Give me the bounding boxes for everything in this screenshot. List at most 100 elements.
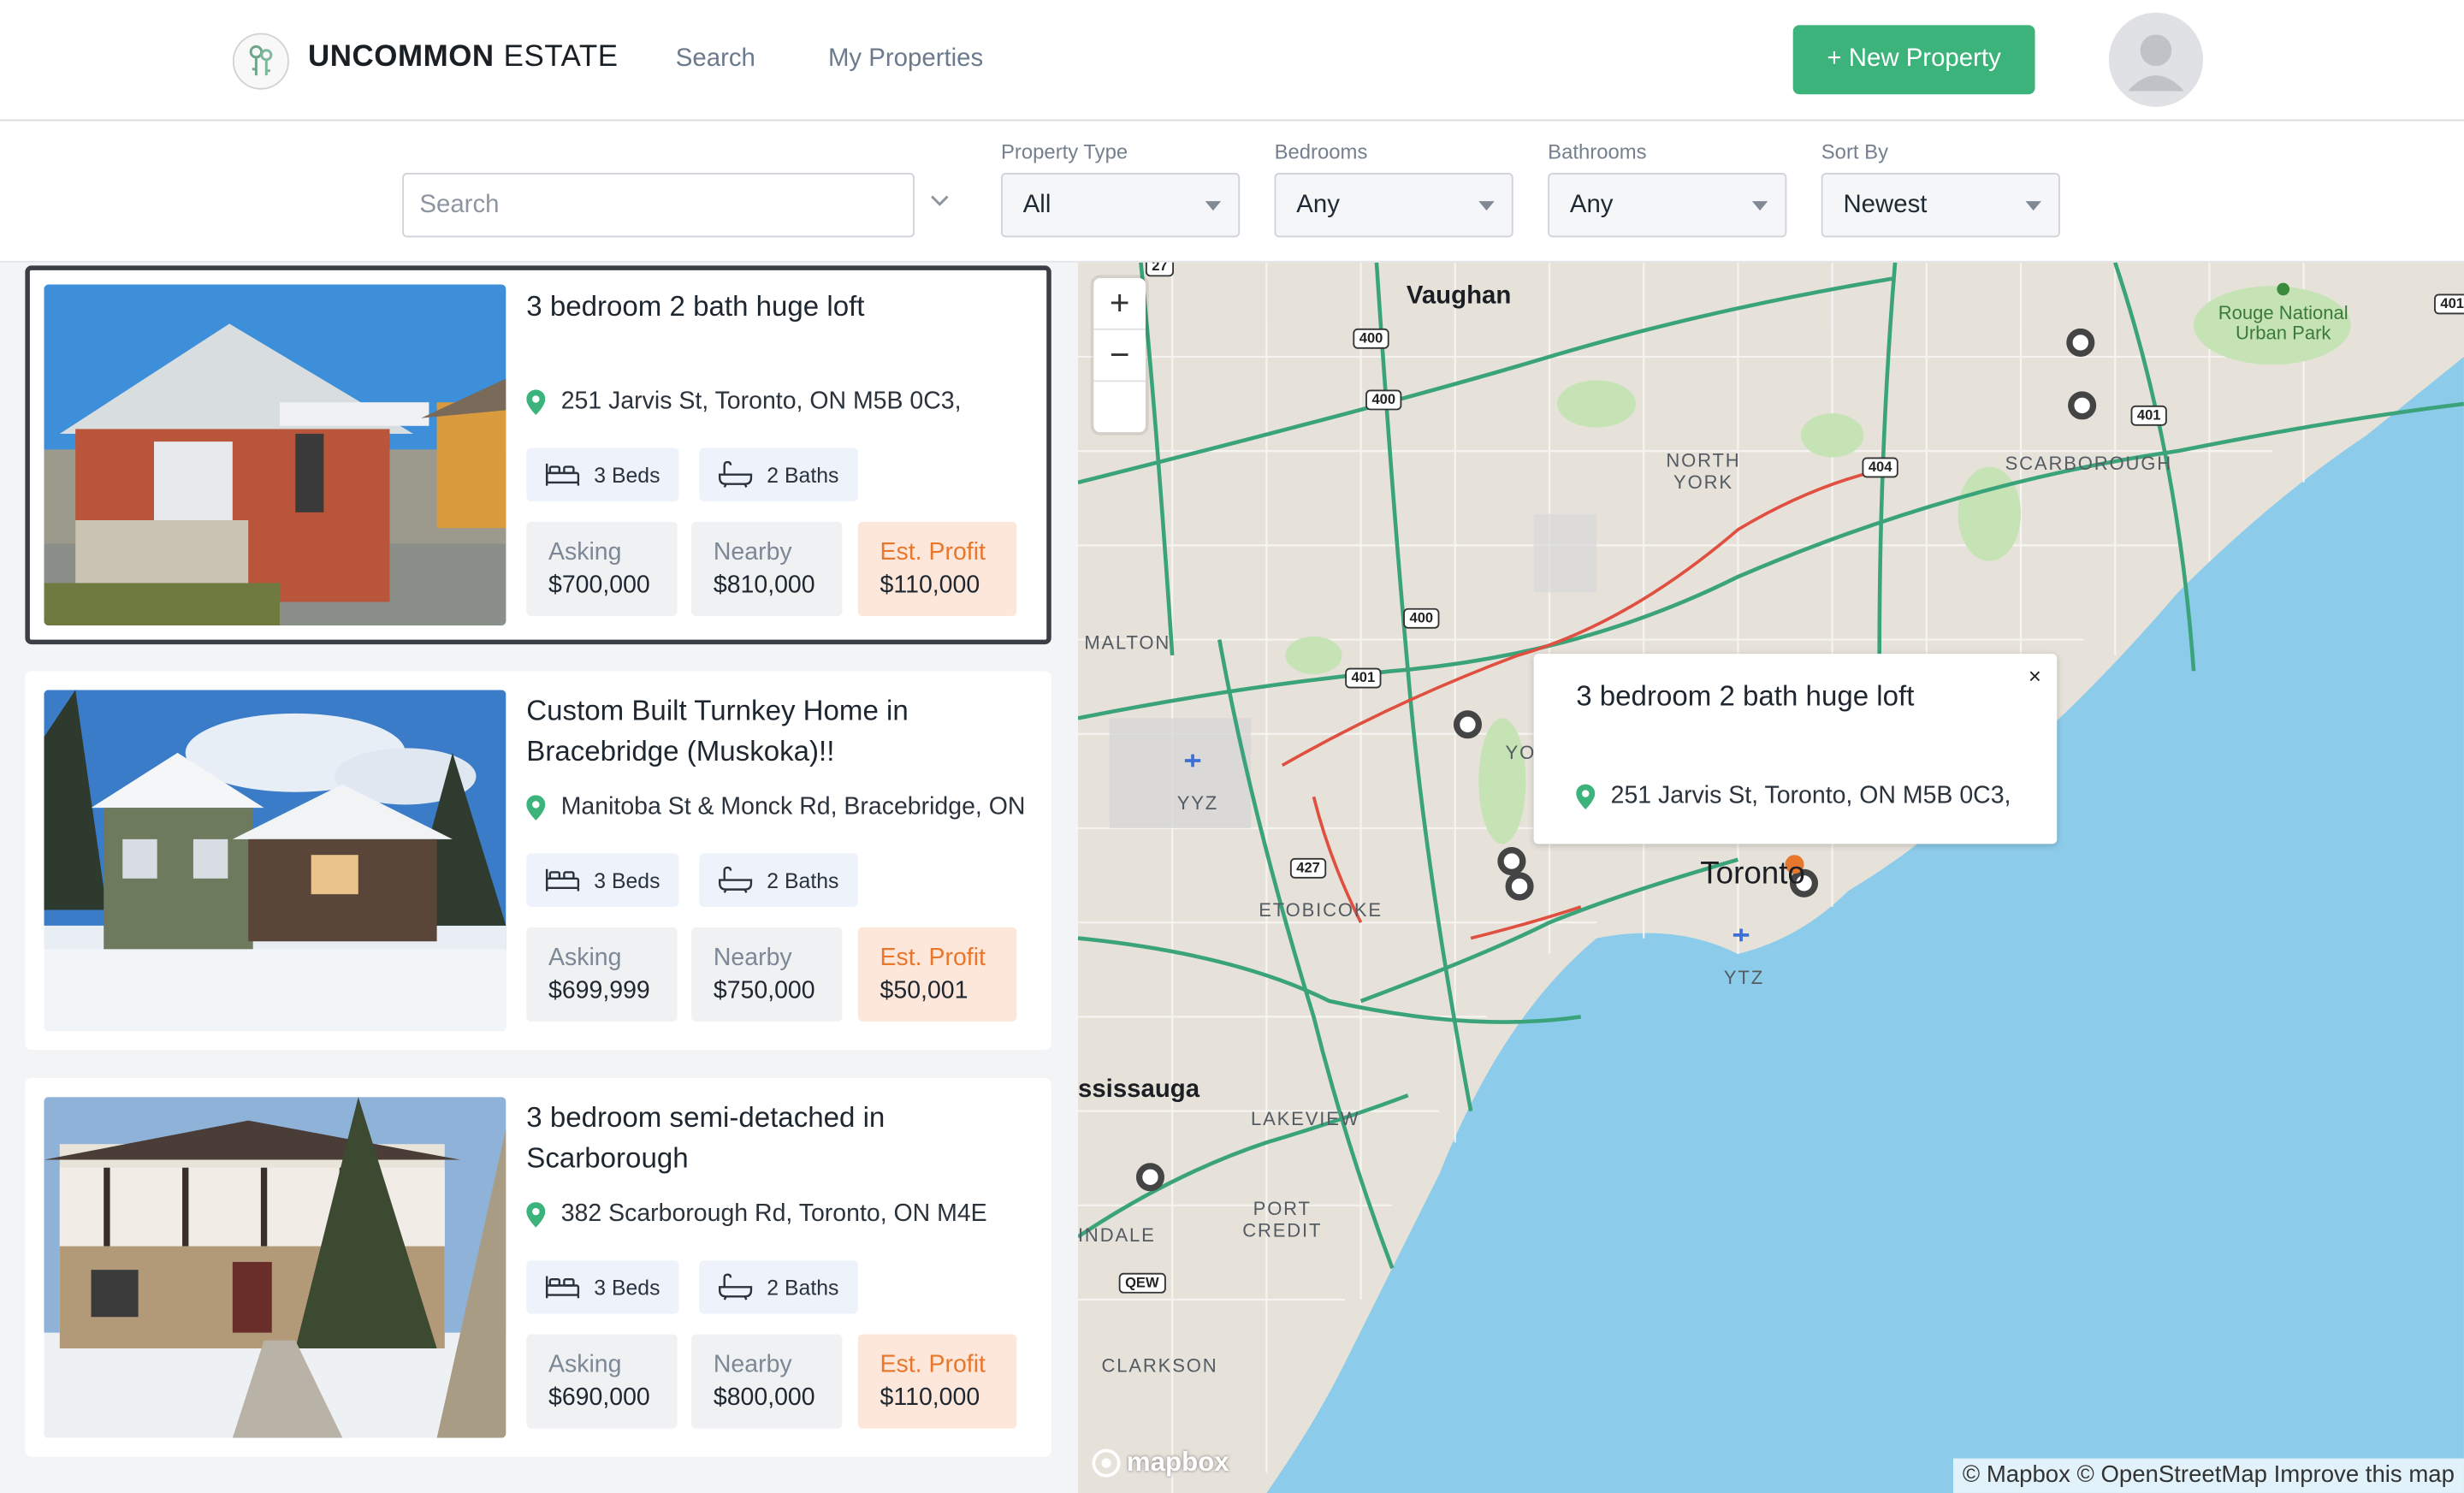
sort-by-select[interactable]: Newest xyxy=(1821,173,2060,238)
close-icon[interactable]: × xyxy=(2029,663,2041,688)
nearby-price: Nearby $810,000 xyxy=(691,521,843,617)
listing-card[interactable]: 3 bedroom semi-detached in Scarborough 3… xyxy=(25,1078,1051,1457)
map-label-indale: INDALE xyxy=(1077,1223,1156,1247)
bathrooms-label: Bathrooms xyxy=(1548,139,1647,164)
listing-card[interactable]: Custom Built Turnkey Home in Bracebridge… xyxy=(25,671,1051,1050)
asking-value: $700,000 xyxy=(548,572,650,599)
beds-chip: 3 Beds xyxy=(526,447,679,501)
highway-shield: 27 xyxy=(1145,262,1175,277)
mapbox-logo[interactable]: mapbox xyxy=(1091,1448,1229,1479)
top-navbar: UNCOMMON ESTATE Search My Properties + Ne… xyxy=(0,0,2464,121)
brand-bold: UNCOMMON xyxy=(307,40,495,74)
map-label-lakeview: LAKEVIEW xyxy=(1251,1107,1360,1130)
listing-title[interactable]: 3 bedroom 2 bath huge loft xyxy=(526,286,1029,327)
baths-chip: 2 Baths xyxy=(699,1260,858,1314)
map-label-north-york: NORTH YORK xyxy=(1666,449,1741,494)
est-profit: Est. Profit $110,000 xyxy=(857,1334,1017,1429)
listing-address-text: Manitoba St & Monck Rd, Bracebridge, ON xyxy=(560,793,1026,821)
bathtub-icon xyxy=(719,460,753,488)
asking-value: $690,000 xyxy=(548,1384,650,1412)
bed-icon xyxy=(545,1276,580,1299)
compass-button[interactable] xyxy=(1093,382,1146,434)
nearby-value: $810,000 xyxy=(713,572,815,599)
beds-chip: 3 Beds xyxy=(526,853,679,907)
location-pin-icon xyxy=(526,795,546,821)
property-type-value: All xyxy=(1022,191,1051,218)
chevron-down-icon[interactable] xyxy=(928,193,951,208)
listing-photo[interactable] xyxy=(44,1097,506,1438)
profit-value: $110,000 xyxy=(880,1384,980,1412)
brand-name[interactable]: UNCOMMON ESTATE xyxy=(308,41,619,75)
est-profit: Est. Profit $110,000 xyxy=(857,521,1017,617)
house-photo-2 xyxy=(44,690,506,1031)
popup-address-text: 251 Jarvis St, Toronto, ON M5B 0C3, xyxy=(1610,782,2011,809)
property-type-select[interactable]: All xyxy=(1000,173,1241,238)
map-attribution[interactable]: © Mapbox © OpenStreetMap Improve this ma… xyxy=(1952,1458,2464,1493)
bed-icon xyxy=(545,868,580,892)
location-pin-icon xyxy=(526,389,546,415)
listing-title[interactable]: 3 bedroom semi-detached in Scarborough xyxy=(526,1097,1029,1179)
baths-chip: 2 Baths xyxy=(699,853,858,907)
zoom-in-button[interactable]: + xyxy=(1093,278,1146,330)
map-label-scarborough: SCARBOROUGH xyxy=(2005,452,2172,475)
sort-by-value: Newest xyxy=(1843,191,1928,218)
highway-shield: 400 xyxy=(1403,607,1440,629)
bed-icon xyxy=(545,463,580,486)
listing-photo[interactable] xyxy=(44,284,506,626)
beds-text: 3 Beds xyxy=(594,462,660,487)
map-popup[interactable]: 3 bedroom 2 bath huge loft × 251 Jarvis … xyxy=(1533,654,2058,844)
listing-card[interactable]: 3 bedroom 2 bath huge loft 251 Jarvis St… xyxy=(25,265,1051,645)
bedrooms-select[interactable]: Any xyxy=(1274,173,1513,238)
user-icon xyxy=(2127,34,2185,92)
avatar[interactable] xyxy=(2108,12,2204,107)
map[interactable]: 27 400 400 400 401 401 404 427 QEW 401 V… xyxy=(1077,262,2464,1493)
popup-title[interactable]: 3 bedroom 2 bath huge loft xyxy=(1576,680,1914,714)
asking-price: Asking $700,000 xyxy=(526,521,678,617)
profit-label: Est. Profit xyxy=(880,1351,986,1378)
nav-my-properties[interactable]: My Properties xyxy=(828,45,983,74)
highway-shield: 400 xyxy=(1365,389,1402,411)
map-label-toronto: Toronto xyxy=(1700,856,1805,892)
profit-label: Est. Profit xyxy=(880,944,986,972)
map-label-yo: YO xyxy=(1505,741,1537,764)
zoom-out-button[interactable]: − xyxy=(1093,330,1146,382)
highway-shield: 401 xyxy=(2130,405,2167,426)
map-label-vaughan: Vaughan xyxy=(1406,282,1512,310)
sort-by-label: Sort By xyxy=(1821,139,1889,164)
house-photo-3 xyxy=(44,1097,506,1438)
highway-shield: 400 xyxy=(1353,328,1389,349)
baths-text: 2 Baths xyxy=(767,462,839,487)
house-photo-1 xyxy=(44,284,506,626)
highway-shield: 404 xyxy=(1862,457,1898,478)
mapbox-logo-text: mapbox xyxy=(1126,1447,1229,1478)
beds-text: 3 Beds xyxy=(594,1275,660,1300)
asking-price: Asking $690,000 xyxy=(526,1334,678,1429)
bathrooms-value: Any xyxy=(1569,191,1614,218)
filter-bar: Property Type All Bedrooms Any Bathrooms… xyxy=(0,121,2464,263)
bathtub-icon xyxy=(719,1273,753,1300)
asking-value: $699,999 xyxy=(548,977,650,1004)
listing-title[interactable]: Custom Built Turnkey Home in Bracebridge… xyxy=(526,690,1029,772)
map-label-port-credit: PORT CREDIT xyxy=(1242,1197,1323,1242)
highway-shield: 401 xyxy=(2434,293,2464,315)
beds-text: 3 Beds xyxy=(594,868,660,892)
caret-down-icon xyxy=(1751,201,1768,211)
brand-light: ESTATE xyxy=(503,40,619,74)
search-input[interactable] xyxy=(402,173,915,238)
map-label-mississauga: ssissauga xyxy=(1077,1076,1200,1104)
bedrooms-value: Any xyxy=(1296,191,1340,218)
asking-price: Asking $699,999 xyxy=(526,927,678,1022)
listing-photo[interactable] xyxy=(44,690,506,1031)
logo[interactable] xyxy=(232,33,289,90)
bathrooms-select[interactable]: Any xyxy=(1548,173,1787,238)
highway-shield: 401 xyxy=(1345,667,1382,689)
nearby-price: Nearby $750,000 xyxy=(691,927,843,1022)
bathtub-icon xyxy=(719,866,753,893)
listing-list[interactable]: 3 bedroom 2 bath huge loft 251 Jarvis St… xyxy=(0,262,1078,1493)
new-property-button[interactable]: + New Property xyxy=(1792,25,2035,95)
nav-search[interactable]: Search xyxy=(676,45,755,74)
caret-down-icon xyxy=(1478,201,1495,211)
listing-address: 382 Scarborough Rd, Toronto, ON M4E xyxy=(526,1200,987,1229)
keys-icon xyxy=(249,44,273,76)
map-label-yyz: YYZ xyxy=(1176,791,1219,815)
